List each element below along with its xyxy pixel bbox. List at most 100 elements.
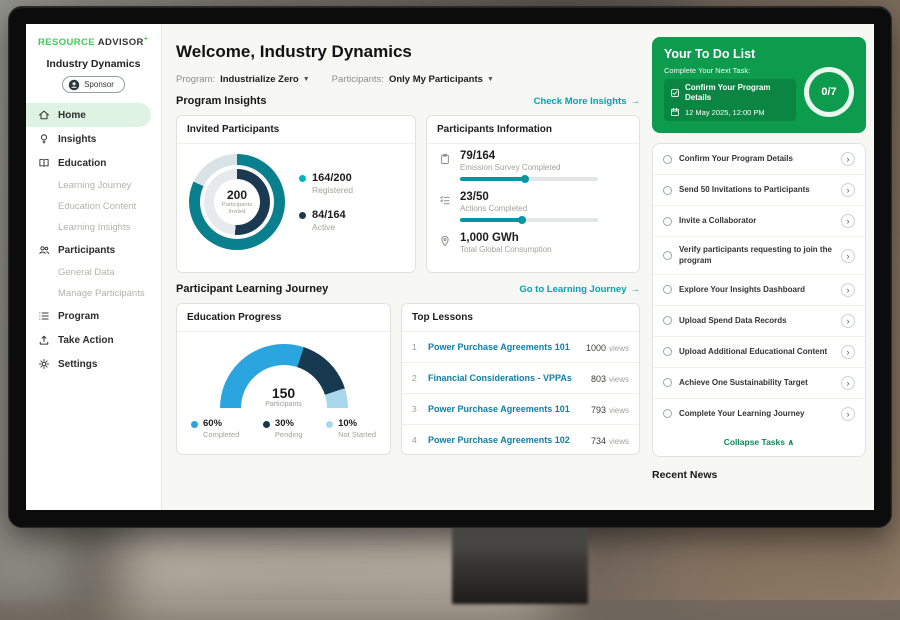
task-radio[interactable] <box>663 347 672 356</box>
sidebar-item-label: Settings <box>58 359 97 370</box>
sidebar-item-manage-participants[interactable]: Manage Participants <box>26 283 161 304</box>
task-label: Complete Your Learning Journey <box>679 409 834 419</box>
task-row-invite-collaborator[interactable]: Invite a Collaborator › <box>653 206 865 237</box>
gear-icon <box>38 358 50 370</box>
chevron-right-icon[interactable]: › <box>841 283 855 297</box>
task-radio[interactable] <box>663 285 672 294</box>
sidebar-item-learning-journey[interactable]: Learning Journey <box>26 175 161 196</box>
sidebar-item-general-data[interactable]: General Data <box>26 262 161 283</box>
gauge-center: 150 Participants <box>220 385 348 408</box>
lesson-views-label: views <box>609 437 629 446</box>
sidebar-item-participants[interactable]: Participants <box>26 238 161 262</box>
task-radio[interactable] <box>663 251 672 260</box>
chevron-right-icon[interactable]: › <box>841 407 855 421</box>
program-select[interactable]: Industrialize Zero ▼ <box>220 74 310 85</box>
task-radio[interactable] <box>663 316 672 325</box>
info-row-consumption: 1,000 GWh Total Global Consumption <box>427 226 639 263</box>
sidebar-item-insights[interactable]: Insights <box>26 127 161 151</box>
task-row-send-invitations[interactable]: Send 50 Invitations to Participants › <box>653 175 865 206</box>
lesson-link[interactable]: Power Purchase Agreements 101 <box>428 342 578 352</box>
task-row-complete-learning-journey[interactable]: Complete Your Learning Journey › <box>653 399 865 429</box>
sidebar-item-education-content[interactable]: Education Content <box>26 196 161 217</box>
info-label: Actions Completed <box>460 204 598 213</box>
sidebar-item-label: Home <box>58 110 86 121</box>
lesson-link[interactable]: Financial Considerations - VPPAs <box>428 373 583 383</box>
sidebar-item-label: Participants <box>58 245 115 256</box>
todo-summary-card: Your To Do List Complete Your Next Task:… <box>652 37 866 133</box>
collapse-tasks-button[interactable]: Collapse Tasks ∧ <box>653 429 865 456</box>
lesson-row: 4 Power Purchase Agreements 102 734views <box>402 425 639 455</box>
screen: RESOURCE ADVISOR+ Industry Dynamics Spon… <box>26 24 874 510</box>
page-title: Welcome, Industry Dynamics <box>176 42 640 62</box>
chevron-right-icon[interactable]: › <box>841 183 855 197</box>
task-radio[interactable] <box>663 155 672 164</box>
sidebar-item-learning-insights[interactable]: Learning Insights <box>26 217 161 238</box>
legend-label: Registered <box>312 185 353 195</box>
sidebar: RESOURCE ADVISOR+ Industry Dynamics Spon… <box>26 24 162 510</box>
participants-select[interactable]: Only My Participants ▼ <box>389 74 494 85</box>
chevron-right-icon[interactable]: › <box>841 314 855 328</box>
lesson-views-count: 793 <box>591 405 606 415</box>
chevron-right-icon[interactable]: › <box>841 345 855 359</box>
lesson-views-count: 734 <box>591 436 606 446</box>
todo-due-date-label: 12 May 2025, 12:00 PM <box>685 108 765 117</box>
info-value: 79/164 <box>460 150 598 162</box>
task-radio[interactable] <box>663 409 672 418</box>
checkbox-icon[interactable] <box>670 88 680 98</box>
legend-dot <box>299 212 306 219</box>
todo-next-task-row[interactable]: Confirm Your Program Details <box>670 83 790 102</box>
actions-progress-bar <box>460 218 598 222</box>
section-title-program-insights: Program Insights <box>176 95 266 107</box>
task-radio[interactable] <box>663 186 672 195</box>
lesson-views-label: views <box>609 406 629 415</box>
monitor-stand <box>452 524 588 604</box>
monitor-bezel: RESOURCE ADVISOR+ Industry Dynamics Spon… <box>8 6 892 528</box>
donut-center-value: 200 <box>227 188 247 202</box>
sidebar-item-label: Learning Insights <box>58 222 130 233</box>
chevron-right-icon[interactable]: › <box>841 152 855 166</box>
lesson-link[interactable]: Power Purchase Agreements 102 <box>428 435 583 445</box>
sidebar-item-settings[interactable]: Settings <box>26 352 161 376</box>
lesson-row: 3 Power Purchase Agreements 101 793views <box>402 394 639 425</box>
sidebar-item-education[interactable]: Education <box>26 151 161 175</box>
task-row-explore-insights[interactable]: Explore Your Insights Dashboard › <box>653 275 865 306</box>
lesson-link[interactable]: Power Purchase Agreements 101 <box>428 404 583 414</box>
check-more-insights-link[interactable]: Check More Insights → <box>534 96 640 107</box>
arrow-right-icon: → <box>631 284 641 295</box>
sidebar-item-program[interactable]: Program <box>26 304 161 328</box>
chevron-right-icon[interactable]: › <box>841 249 855 263</box>
legend-label: Not Started <box>338 430 376 439</box>
task-row-verify-participants[interactable]: Verify participants requesting to join t… <box>653 237 865 275</box>
lightbulb-icon <box>38 133 50 145</box>
legend-dot <box>326 421 333 428</box>
lesson-views-count: 803 <box>591 374 606 384</box>
sidebar-item-take-action[interactable]: Take Action <box>26 328 161 352</box>
link-label: Go to Learning Journey <box>519 284 626 295</box>
task-radio[interactable] <box>663 217 672 226</box>
sidebar-item-label: Education <box>58 158 106 169</box>
arrow-right-icon: → <box>631 96 641 107</box>
task-row-upload-spend-data[interactable]: Upload Spend Data Records › <box>653 306 865 337</box>
app-logo: RESOURCE ADVISOR+ <box>26 36 161 56</box>
info-value: 23/50 <box>460 191 598 203</box>
sidebar-item-home[interactable]: Home <box>26 103 151 127</box>
upload-icon <box>38 334 50 346</box>
task-row-confirm-program[interactable]: Confirm Your Program Details › <box>653 144 865 175</box>
sidebar-item-label: Take Action <box>58 335 114 346</box>
sidebar-item-label: Education Content <box>58 201 136 212</box>
card-title: Education Progress <box>177 304 390 332</box>
todo-progress-ring: 0/7 <box>804 67 854 117</box>
chevron-right-icon[interactable]: › <box>841 214 855 228</box>
legend-value: 164/200 <box>312 172 353 184</box>
chevron-right-icon[interactable]: › <box>841 376 855 390</box>
go-to-learning-journey-link[interactable]: Go to Learning Journey → <box>519 284 640 295</box>
legend-label: Completed <box>203 430 239 439</box>
task-row-upload-educational-content[interactable]: Upload Additional Educational Content › <box>653 337 865 368</box>
emission-survey-progress-bar <box>460 177 598 181</box>
sponsor-avatar-icon <box>68 79 79 90</box>
task-row-achieve-target[interactable]: Achieve One Sustainability Target › <box>653 368 865 399</box>
task-radio[interactable] <box>663 378 672 387</box>
todo-task-list: Confirm Your Program Details › Send 50 I… <box>652 143 866 457</box>
invited-donut-chart: 200 Participants Invited <box>189 154 285 250</box>
info-label: Total Global Consumption <box>460 245 552 254</box>
